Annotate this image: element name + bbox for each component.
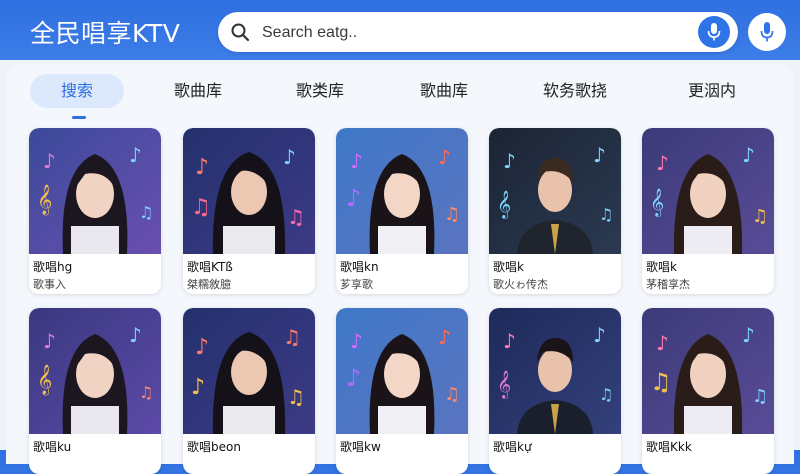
card-title: 歌唱k [646, 260, 677, 274]
svg-text:♫: ♫ [283, 325, 301, 349]
card-subtitle: 歌火ゎ传杰 [493, 278, 548, 291]
tab-ranking[interactable]: 软务歌挠 [530, 74, 620, 108]
search-bar[interactable] [218, 12, 738, 54]
male-singer-portrait: ♪ ♪ 𝄞 ♫ [489, 128, 621, 254]
svg-text:𝄞: 𝄞 [497, 190, 511, 219]
svg-text:♪: ♪ [43, 149, 56, 173]
female-singer-portrait: ♪ ♪ ♪ ♫ [336, 128, 468, 254]
svg-text:♫: ♫ [139, 383, 153, 402]
svg-text:♫: ♫ [287, 385, 305, 409]
female-singer-portrait: ♪ ♪ 𝄞 ♫ [29, 308, 161, 434]
singer-card[interactable]: ♪ ♪ ♪ ♫ 歌唱kn 芗享歌 [336, 128, 468, 294]
card-title: 歌唱kw [340, 440, 381, 454]
tab-bar: 搜索 歌曲库 歌类库 歌曲库 软务歌挠 更洇内 [6, 74, 794, 119]
header-bar: 全民唱享KTV [0, 0, 800, 64]
svg-text:♪: ♪ [742, 143, 755, 167]
card-title: 歌唱ku [33, 440, 72, 454]
singer-card[interactable]: ♪ ♪ 𝄞 ♫ 歌唱ku [29, 308, 161, 474]
tab-search[interactable]: 搜索 [30, 74, 124, 108]
svg-text:♪: ♪ [656, 151, 669, 175]
card-subtitle: 芗享歌 [340, 278, 373, 291]
svg-text:♪: ♪ [438, 325, 451, 349]
female-singer-portrait: ♪ ♪ ♫ ♫ [642, 308, 774, 434]
svg-text:♪: ♪ [346, 184, 361, 212]
voice-search-button[interactable] [698, 16, 730, 48]
card-subtitle: 茅稽享杰 [646, 278, 690, 291]
svg-text:♪: ♪ [195, 155, 209, 180]
tab-more[interactable]: 更洇内 [672, 74, 752, 108]
male-singer-portrait: ♪ ♫ ♪ ♫ [183, 308, 315, 434]
singer-card[interactable]: ♪ ♪ 𝄞 ♫ 歌唱hg 歌事入 [29, 128, 161, 294]
microphone-icon [760, 22, 774, 42]
svg-text:♫: ♫ [752, 386, 768, 407]
card-title: 歌唱kn [340, 260, 379, 274]
svg-text:♪: ♪ [438, 145, 451, 169]
singer-card[interactable]: ♪ ♪ 𝄞 ♫ 歌唱k 茅稽享杰 [642, 128, 774, 294]
singer-card[interactable]: ♪ ♪ 𝄞 ♫ 歌唱k 歌火ゎ传杰 [489, 128, 621, 294]
svg-text:♫: ♫ [444, 204, 460, 225]
svg-text:♫: ♫ [191, 195, 211, 220]
svg-text:♪: ♪ [350, 329, 363, 353]
svg-text:♪: ♪ [350, 149, 363, 173]
svg-text:♫: ♫ [139, 203, 153, 222]
svg-text:♪: ♪ [195, 335, 209, 360]
card-subtitle: 桀糯敘臆 [187, 278, 231, 291]
svg-text:♪: ♪ [593, 323, 606, 347]
svg-text:𝄞: 𝄞 [37, 184, 52, 216]
card-title: 歌唱k [493, 260, 524, 274]
tab-genre-library[interactable]: 歌类库 [280, 74, 360, 108]
search-input[interactable] [260, 12, 704, 54]
card-subtitle: 歌事入 [33, 278, 66, 291]
svg-text:♪: ♪ [129, 143, 142, 167]
female-singer-portrait: ♪ ♪ ♪ ♫ [336, 308, 468, 434]
tab-song-library-2[interactable]: 歌曲库 [404, 74, 484, 108]
search-icon [231, 23, 250, 42]
female-singer-portrait: ♪ ♪ 𝄞 ♫ [642, 128, 774, 254]
voice-input-button[interactable] [748, 13, 786, 51]
microphone-icon [707, 23, 721, 41]
svg-text:♪: ♪ [191, 375, 205, 400]
singer-card[interactable]: ♪ ♫ ♪ ♫ 歌唱beon [183, 308, 315, 474]
svg-text:𝄞: 𝄞 [37, 364, 52, 396]
svg-text:♪: ♪ [656, 331, 669, 355]
singer-card[interactable]: ♪ ♪ ♫ ♫ 歌唱KTß 桀糯敘臆 [183, 128, 315, 294]
male-singer-portrait: ♪ ♪ 𝄞 ♫ [489, 308, 621, 434]
svg-text:♫: ♫ [650, 368, 672, 396]
svg-text:♪: ♪ [346, 364, 361, 392]
card-title: 歌唱beon [187, 440, 241, 454]
svg-text:♫: ♫ [752, 206, 768, 227]
svg-text:𝄞: 𝄞 [497, 370, 511, 399]
card-title: 歌唱hg [33, 260, 73, 274]
singer-card[interactable]: ♪ ♪ ♫ ♫ 歌唱Kkk [642, 308, 774, 474]
app-title: 全民唱享KTV [30, 19, 181, 48]
svg-text:♪: ♪ [283, 145, 296, 169]
singer-card[interactable]: ♪ ♪ 𝄞 ♫ 歌唱kự [489, 308, 621, 474]
svg-text:♫: ♫ [599, 385, 613, 404]
svg-text:♪: ♪ [742, 323, 755, 347]
female-singer-portrait: ♪ ♪ 𝄞 ♫ [29, 128, 161, 254]
svg-text:♫: ♫ [444, 384, 460, 405]
svg-text:♪: ♪ [503, 329, 516, 353]
tab-song-library[interactable]: 歌曲库 [158, 74, 238, 108]
svg-text:♪: ♪ [129, 323, 142, 347]
card-title: 歌唱Kkk [646, 440, 692, 454]
active-tab-indicator [72, 116, 86, 119]
svg-text:♪: ♪ [503, 149, 516, 173]
svg-text:𝄞: 𝄞 [650, 188, 664, 217]
male-singer-portrait: ♪ ♪ ♫ ♫ [183, 128, 315, 254]
svg-text:♪: ♪ [43, 329, 56, 353]
card-title: 歌唱KTß [187, 260, 233, 274]
svg-text:♪: ♪ [593, 143, 606, 167]
card-title: 歌唱kự [493, 440, 532, 454]
svg-text:♫: ♫ [599, 205, 613, 224]
svg-text:♫: ♫ [287, 205, 305, 229]
singer-card[interactable]: ♪ ♪ ♪ ♫ 歌唱kw [336, 308, 468, 474]
